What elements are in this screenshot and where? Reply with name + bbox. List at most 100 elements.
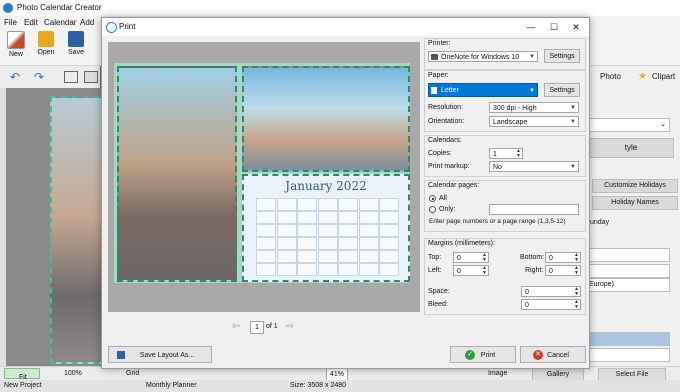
edit-icon-row: ↶ ↷: [0, 66, 100, 88]
page-range-input[interactable]: [489, 204, 579, 215]
chevron-down-icon: ⌄: [660, 121, 666, 128]
stepper-arrows-icon: ▲ ▼: [574, 265, 579, 276]
page-total: of 1: [266, 323, 278, 330]
status-project: New Project: [4, 382, 42, 389]
print-markup-dropdown[interactable]: No ▼: [489, 161, 579, 172]
margin-left-label: Left:: [428, 267, 442, 274]
tab-clipart[interactable]: ★ Clipart: [636, 67, 680, 87]
printer-dropdown[interactable]: OneNote for Windows 10 ▼: [428, 51, 538, 62]
page-navigator: ⇦ 1 of 1 ⇨: [230, 321, 300, 334]
save-button[interactable]: Save: [63, 31, 89, 56]
minimize-icon[interactable]: —: [525, 21, 537, 33]
menu-file[interactable]: File: [4, 18, 17, 27]
printer-settings-button[interactable]: Settings: [544, 49, 580, 63]
print-dialog-icon: [106, 22, 117, 33]
region-dropdown[interactable]: Europe): [588, 278, 670, 292]
previous-page-icon[interactable]: ⇦: [230, 321, 242, 333]
redo-icon[interactable]: ↷: [34, 70, 44, 84]
app-logo-icon: [3, 3, 13, 13]
calendar-day-cell: [379, 237, 399, 250]
calendar-day-cell: [358, 211, 379, 224]
printer-icon: [431, 54, 438, 60]
paper-icon: [431, 87, 437, 94]
undo-icon[interactable]: ↶: [10, 70, 20, 84]
dialog-title: Print: [119, 22, 136, 31]
next-page-icon[interactable]: ⇨: [284, 321, 296, 333]
paper-group: Paper: Letter ▼ Settings Resolution: 300…: [424, 70, 586, 132]
calendar-pages-group: Calendar pages: All Only: Enter page num…: [424, 180, 586, 232]
margin-right-stepper[interactable]: 0 ▲ ▼: [545, 265, 581, 276]
save-label: Save: [68, 49, 84, 56]
style-dropdown[interactable]: ⌄: [588, 118, 670, 132]
orientation-label: Orientation:: [428, 118, 465, 125]
save-layout-icon: [117, 351, 125, 359]
bleed-stepper[interactable]: 0 ▲ ▼: [521, 299, 581, 310]
zoom-100-button[interactable]: 100%: [64, 370, 82, 377]
print-markup-label: Print markup:: [428, 163, 470, 170]
calendar-title: January 2022: [285, 179, 367, 193]
space-value: 0: [525, 289, 529, 296]
new-button[interactable]: New: [3, 31, 29, 58]
calendar-day-cell: [256, 250, 276, 263]
only-pages-radio[interactable]: [429, 206, 436, 213]
resolution-dropdown[interactable]: 300 dpi - High ▼: [489, 102, 579, 113]
calendar-day-cell: [256, 263, 276, 276]
region-text: Europe): [589, 281, 614, 288]
close-icon[interactable]: ✕: [570, 21, 582, 33]
margin-bottom-label: Bottom:: [520, 254, 545, 261]
calendar-day-cell: [358, 263, 379, 276]
page-number-field[interactable]: 1: [250, 321, 264, 334]
calendar-day-cell: [338, 263, 358, 276]
tab-photo[interactable]: Photo: [588, 67, 640, 87]
customize-holidays-button[interactable]: Customize Holidays: [592, 179, 678, 193]
panel-dropdown-1[interactable]: [588, 248, 670, 262]
calendar-day-cell: [317, 250, 338, 263]
paper-value: Letter: [441, 87, 459, 94]
menu-calendar[interactable]: Calendar: [44, 18, 76, 27]
calendar-day-cell: [358, 237, 379, 250]
calendar-day-cell: [256, 224, 276, 237]
all-pages-radio[interactable]: [429, 195, 436, 202]
chevron-down-icon: ▼: [529, 88, 535, 94]
space-stepper[interactable]: 0 ▲ ▼: [521, 286, 581, 297]
cancel-label: Cancel: [547, 352, 569, 359]
print-button[interactable]: ✓ Print: [450, 346, 516, 363]
menu-edit[interactable]: Edit: [24, 18, 38, 27]
calendar-day-cell: [338, 224, 358, 237]
style-button[interactable]: tyle: [588, 138, 674, 158]
panel-dropdown-3[interactable]: [588, 348, 670, 362]
margin-left-stepper[interactable]: 0 ▲ ▼: [453, 265, 489, 276]
cancel-button[interactable]: ✕ Cancel: [520, 346, 586, 363]
margin-bottom-stepper[interactable]: 0 ▲ ▼: [545, 252, 581, 263]
stepper-arrows-icon: ▲ ▼: [574, 286, 579, 297]
panel-dropdown-2[interactable]: [588, 264, 670, 278]
family-photo-left: [117, 66, 237, 282]
paper-settings-button[interactable]: Settings: [544, 83, 580, 97]
orientation-dropdown[interactable]: Landscape ▼: [489, 116, 579, 127]
open-button[interactable]: Open: [33, 31, 59, 56]
copies-label: Copies:: [428, 150, 452, 157]
printer-label: Printer:: [428, 40, 451, 47]
image-option[interactable]: Image: [488, 370, 507, 377]
margin-top-stepper[interactable]: 0 ▲ ▼: [453, 252, 489, 263]
bleed-label: Bleed:: [428, 301, 448, 308]
calendars-group: Calendars: Copies: 1 ▲ ▼ Print markup: No…: [424, 135, 586, 177]
calendar-day-cell: [297, 263, 317, 276]
calendar-day-cell: [297, 250, 317, 263]
stepper-arrows-icon: ▲ ▼: [574, 299, 579, 310]
maximize-icon[interactable]: ☐: [548, 21, 560, 33]
image-icon[interactable]: [84, 71, 98, 83]
menu-add[interactable]: Add: [80, 18, 94, 27]
frame-icon[interactable]: [64, 71, 78, 83]
holiday-names-button[interactable]: Holiday Names: [592, 196, 678, 210]
color-dropdown[interactable]: [588, 332, 670, 346]
right-panel: Photo ★ Clipart ⌄ tyle Customize Holidays…: [588, 66, 680, 366]
grid-toggle[interactable]: Grid: [126, 370, 139, 377]
fit-button[interactable]: Fit: [4, 368, 40, 381]
paper-dropdown[interactable]: Letter ▼: [428, 83, 538, 97]
save-layout-button[interactable]: Save Layout As...: [108, 346, 212, 363]
calendar-day-cell: [379, 224, 399, 237]
calendar-day-cell: [297, 198, 317, 211]
copies-stepper[interactable]: 1 ▲ ▼: [489, 148, 523, 159]
calendar-day-cell: [317, 224, 338, 237]
